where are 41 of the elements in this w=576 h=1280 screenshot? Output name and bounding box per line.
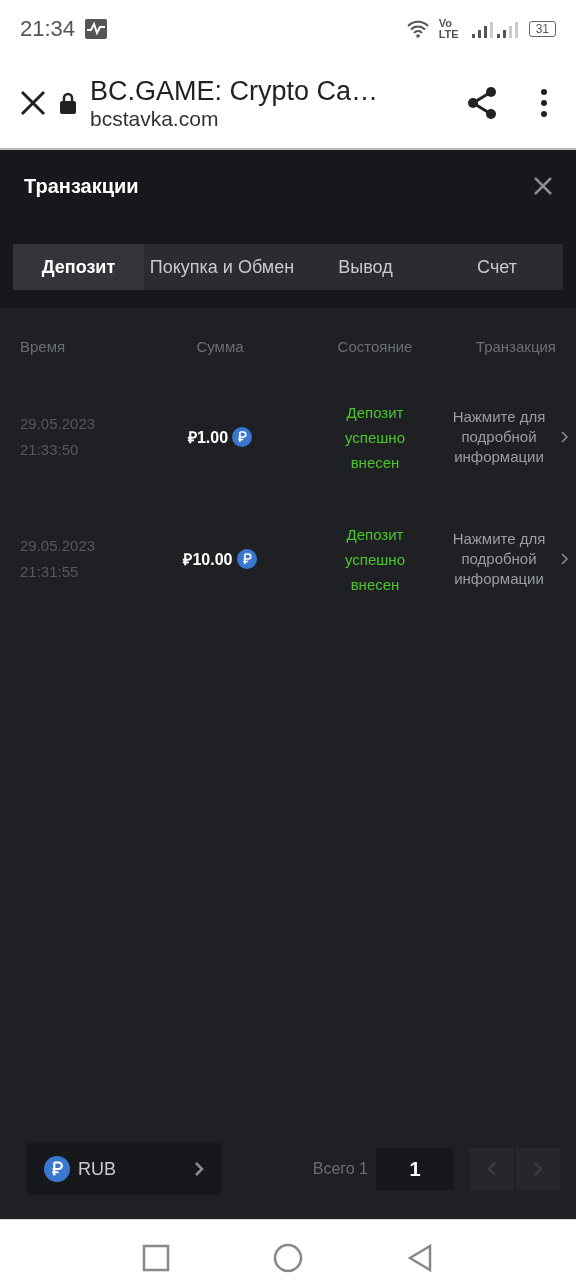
time-text: 21:31:55 [20, 562, 80, 582]
close-icon[interactable] [20, 90, 46, 116]
date-text: 29.05.2023 [20, 414, 97, 434]
amount-text: ₽1.00 [187, 428, 229, 448]
chevron-right-icon [194, 1161, 204, 1177]
network-label: Vo LTE [438, 18, 460, 40]
ruble-coin-icon [44, 1156, 70, 1182]
chevron-right-icon [560, 431, 568, 443]
tab[interactable]: Счет [431, 244, 563, 290]
page-url[interactable]: bcstavka.com [90, 106, 452, 131]
ruble-coin-icon [236, 549, 257, 569]
panel-title: Транзакции [24, 174, 139, 198]
signal-icon [470, 20, 519, 38]
column-header: Время [20, 338, 67, 355]
currency-selector[interactable]: RUB [26, 1143, 222, 1195]
time-text: 21:33:50 [20, 440, 80, 460]
total-count: Всего 1 [312, 1160, 368, 1178]
clock: 21:34 [20, 16, 76, 42]
home-icon[interactable] [273, 1242, 303, 1273]
square-icon[interactable] [141, 1242, 171, 1273]
column-header: Состояние [336, 338, 414, 355]
lock-icon [60, 92, 76, 114]
status-text: Депозит успешно внесен [344, 524, 406, 595]
details-link[interactable]: Нажмите для подробной информации [444, 407, 554, 467]
amount-text: ₽10.00 [183, 550, 233, 570]
column-header: Сумма [195, 338, 245, 355]
battery-level: 31 [528, 21, 556, 37]
date-text: 29.05.2023 [20, 536, 97, 556]
tab[interactable]: Депозит [13, 244, 144, 290]
status-text: Депозит успешно внесен [344, 402, 406, 473]
wifi-icon [406, 20, 429, 38]
column-header: Транзакция [474, 338, 556, 355]
page-number[interactable]: 1 [376, 1148, 454, 1190]
share-icon[interactable] [466, 86, 498, 120]
chevron-right-icon [560, 553, 568, 565]
tab[interactable]: Покупка и Обмен [144, 244, 300, 290]
details-link[interactable]: Нажмите для подробной информации [444, 529, 554, 589]
pulse-icon [85, 19, 108, 39]
ruble-coin-icon [232, 427, 253, 447]
page-title: BC.GAME: Crypto Ca… [90, 75, 380, 107]
tab[interactable]: Вывод [300, 244, 431, 290]
